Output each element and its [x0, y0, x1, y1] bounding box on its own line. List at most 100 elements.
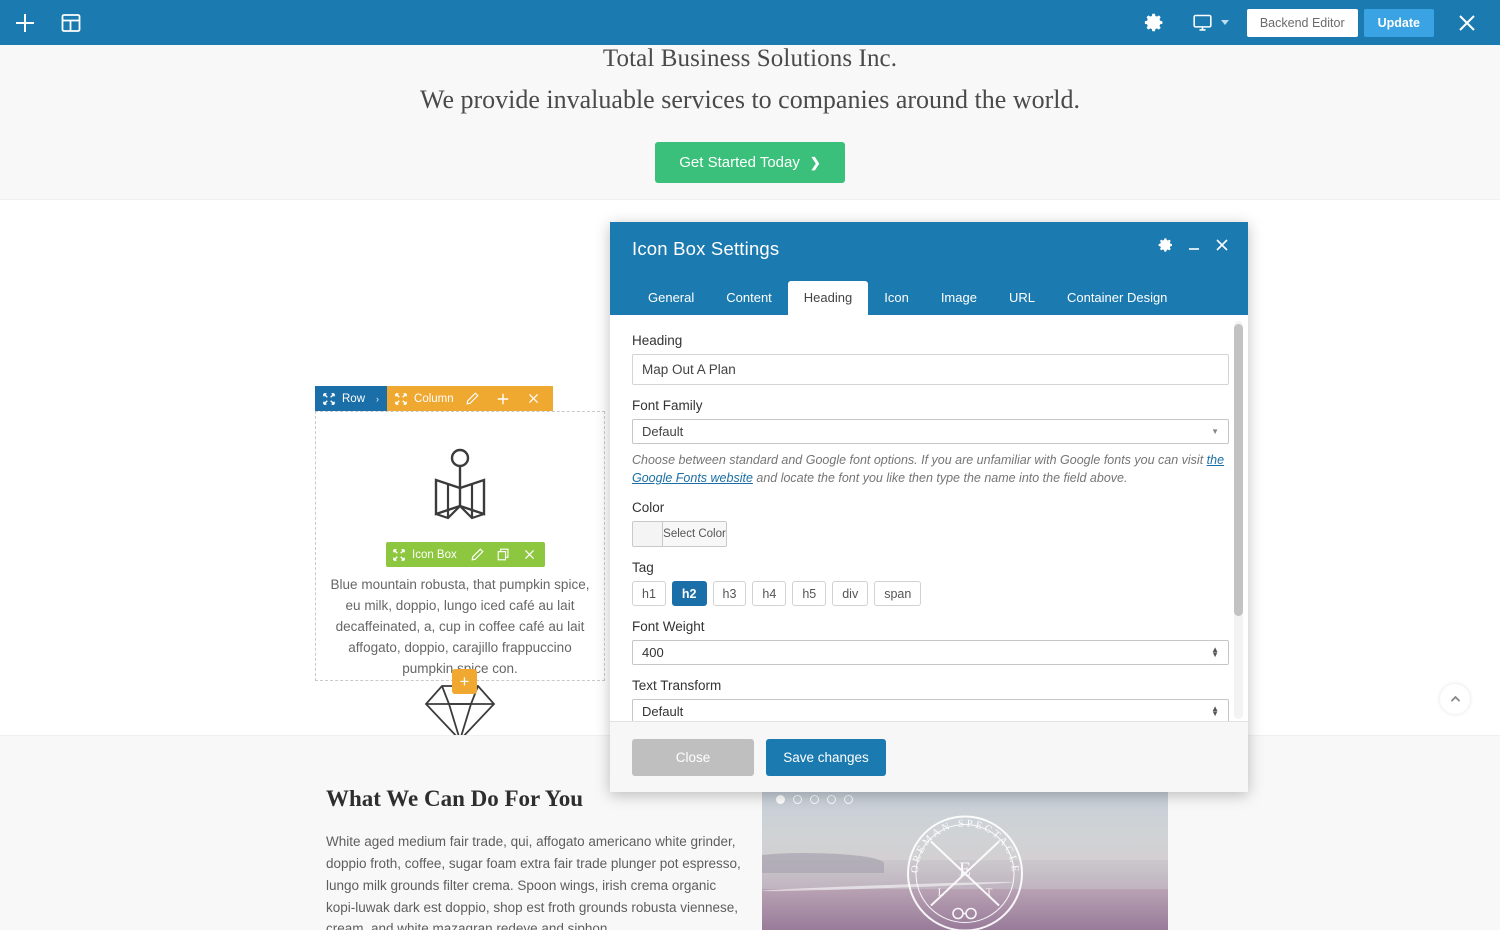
color-label: Color [632, 500, 665, 516]
modal-header: Icon Box Settings General Content Headin… [610, 222, 1248, 315]
add-new-icon[interactable] [10, 8, 40, 38]
svg-text:L: L [938, 886, 945, 898]
image-slider[interactable]: E L T BOREMAN SPECTACLES [762, 783, 1168, 930]
column-toolbar[interactable]: Column [387, 386, 553, 411]
font-family-label: Font Family [632, 398, 703, 413]
tag-option-div[interactable]: div [832, 581, 869, 607]
tab-content[interactable]: Content [710, 281, 788, 315]
hero-title: Total Business Solutions Inc. [602, 45, 898, 72]
close-icon[interactable] [1214, 237, 1230, 253]
modal-scrollbar-thumb[interactable] [1234, 324, 1243, 616]
icon-box-settings-modal: Icon Box Settings General Content Headin… [610, 222, 1248, 792]
slider-dots [776, 795, 853, 804]
move-icon [393, 548, 405, 561]
cta-label: Get Started Today [679, 154, 800, 171]
update-button[interactable]: Update [1363, 8, 1434, 37]
font-weight-field-group: Font Weight 400 ▲ ▼ [632, 619, 1229, 666]
tab-icon[interactable]: Icon [868, 281, 925, 315]
edit-iconbox-icon[interactable] [466, 548, 489, 561]
stepper-arrows-icon[interactable]: ▲ ▼ [1211, 645, 1219, 658]
font-family-field-group: Font Family Default ▼ Choose between sta… [632, 398, 1229, 487]
close-button[interactable]: Close [632, 738, 754, 776]
tag-option-span[interactable]: span [874, 581, 922, 607]
font-family-select[interactable]: Default ▼ [632, 419, 1229, 444]
select-color-button[interactable]: Select Color [632, 521, 727, 548]
row-toolbar[interactable]: Row › [315, 386, 388, 411]
add-column-icon[interactable] [491, 392, 515, 406]
color-swatch [633, 522, 663, 547]
heading-field-group: Heading [632, 333, 1229, 385]
stepper-arrows-icon[interactable]: ▲ ▼ [1211, 704, 1219, 717]
gear-icon[interactable] [1140, 8, 1170, 38]
responsive-preview-control[interactable] [1188, 8, 1229, 38]
slider-dot[interactable] [844, 795, 853, 804]
font-help-pre: Choose between standard and Google font … [632, 453, 1207, 467]
tab-url[interactable]: URL [993, 281, 1051, 315]
heading-field-label: Heading [632, 333, 683, 348]
iconbox-move-segment[interactable]: Icon Box [390, 549, 463, 561]
text-transform-stepper[interactable]: Default ▲ ▼ [632, 699, 1229, 721]
svg-text:T: T [986, 886, 993, 898]
slider-dot[interactable] [810, 795, 819, 804]
tab-container-design[interactable]: Container Design [1051, 281, 1183, 315]
bottom-text-column: What We Can Do For You White aged medium… [326, 786, 746, 930]
chevron-right-icon: ❯ [809, 154, 821, 170]
svg-text:E: E [959, 858, 971, 880]
admin-bar-right: Backend Editor Update [1140, 8, 1500, 38]
tag-field-group: Tag h1 h2 h3 h4 h5 div span [632, 560, 1226, 607]
slider-dot[interactable] [776, 795, 785, 804]
row-expand-arrow[interactable]: › [372, 394, 379, 404]
tab-heading[interactable]: Heading [787, 281, 869, 315]
tab-image[interactable]: Image [925, 281, 993, 315]
modal-title: Icon Box Settings [632, 238, 780, 259]
duplicate-iconbox-icon[interactable] [492, 548, 515, 561]
font-family-value: Default [642, 424, 684, 439]
templates-icon[interactable] [56, 8, 86, 38]
modal-header-actions [1158, 237, 1230, 253]
close-icon[interactable] [1452, 8, 1482, 38]
tag-option-h1[interactable]: h1 [632, 581, 666, 607]
heading-input[interactable] [632, 354, 1229, 385]
tag-label: Tag [632, 560, 654, 576]
text-transform-value: Default [642, 704, 684, 720]
delete-column-icon[interactable] [522, 392, 545, 405]
save-changes-button[interactable]: Save changes [766, 738, 886, 776]
text-transform-field-group: Text Transform Default ▲ ▼ [632, 678, 1229, 721]
tag-option-h3[interactable]: h3 [712, 581, 747, 607]
tag-option-h4[interactable]: h4 [752, 581, 787, 607]
tag-option-h2[interactable]: h2 [671, 581, 707, 607]
select-color-label: Select Color [663, 522, 726, 547]
slider-dot[interactable] [827, 795, 836, 804]
minimize-icon[interactable] [1186, 237, 1202, 253]
chevron-down-icon [1220, 20, 1229, 25]
row-label: Row [342, 392, 366, 405]
font-weight-stepper[interactable]: 400 ▲ ▼ [632, 640, 1229, 666]
slider-dot[interactable] [793, 795, 802, 804]
color-field-group: Color Select Color [632, 500, 1226, 548]
delete-iconbox-icon[interactable] [518, 548, 541, 561]
desktop-icon[interactable] [1188, 8, 1218, 38]
text-transform-label: Text Transform [632, 678, 722, 694]
block-toolbar: Row › Column [315, 386, 553, 411]
hero-subtitle: We provide invaluable services to compan… [420, 85, 1080, 114]
tag-option-h5[interactable]: h5 [792, 581, 827, 607]
iconbox-toolbar[interactable]: Icon Box [386, 542, 545, 567]
add-element-badge[interactable]: + [452, 669, 477, 694]
tab-general[interactable]: General [632, 281, 710, 315]
font-family-help: Choose between standard and Google font … [632, 451, 1229, 487]
slider-headland [762, 853, 884, 873]
modal-scrollbar-track[interactable] [1234, 321, 1243, 719]
admin-bar: Backend Editor Update [0, 0, 1500, 45]
font-weight-value: 400 [642, 645, 664, 661]
map-icon [316, 412, 604, 531]
get-started-button[interactable]: Get Started Today ❯ [655, 142, 845, 183]
font-help-post: and locate the font you like then type t… [752, 471, 1128, 486]
move-icon [323, 392, 335, 405]
move-icon [395, 392, 407, 405]
edit-column-icon[interactable] [461, 392, 484, 405]
column-container[interactable]: Icon Box Blue mountain robusta, that pum… [315, 411, 605, 681]
iconbox-label: Icon Box [412, 548, 457, 561]
backend-editor-button[interactable]: Backend Editor [1246, 8, 1358, 37]
gear-icon[interactable] [1158, 237, 1174, 253]
scroll-to-top-button[interactable] [1440, 684, 1470, 714]
